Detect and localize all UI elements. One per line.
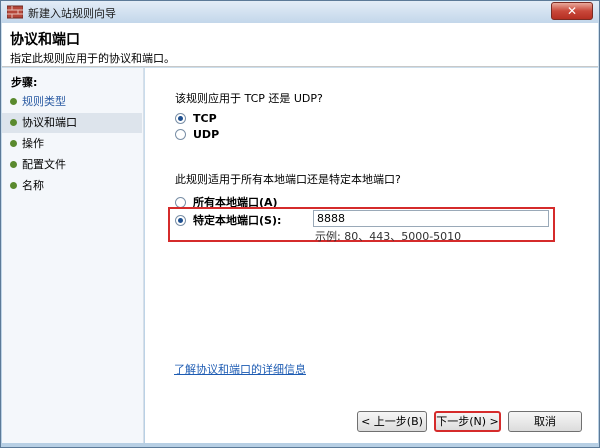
steps-title: 步骤: [11, 76, 38, 89]
step-label: 名称 [22, 179, 44, 192]
udp-option[interactable]: UDP [175, 128, 219, 141]
tcp-radio[interactable] [175, 113, 186, 124]
step-label: 操作 [22, 137, 44, 150]
page-header: 协议和端口 指定此规则应用于的协议和端口。 [2, 23, 598, 67]
back-button[interactable]: < 上一步(B) [357, 411, 427, 432]
page-title: 协议和端口 [10, 32, 80, 48]
window-title: 新建入站规则向导 [28, 7, 116, 20]
step-label: 协议和端口 [22, 116, 77, 129]
wizard-window: 新建入站规则向导 ✕ 协议和端口 指定此规则应用于的协议和端口。 步骤: 规则类… [0, 0, 600, 448]
tcp-option[interactable]: TCP [175, 112, 217, 125]
close-button[interactable]: ✕ [551, 2, 593, 20]
all-ports-radio[interactable] [175, 196, 186, 208]
port-input[interactable]: 8888 [313, 210, 549, 227]
ports-question: 此规则适用于所有本地端口还是特定本地端口? [175, 173, 401, 186]
step-bullet-icon [10, 119, 17, 126]
udp-label: UDP [193, 128, 220, 141]
step-bullet-icon [10, 182, 17, 189]
step-label: 规则类型 [22, 95, 66, 108]
firewall-icon [6, 5, 24, 19]
content-panel: 该规则应用于 TCP 还是 UDP? TCP UDP 此规则适用于所有本地端口还… [145, 68, 598, 443]
close-icon: ✕ [566, 4, 578, 18]
step-bullet-icon [10, 98, 17, 105]
step-profile[interactable]: 配置文件 [2, 155, 142, 175]
step-bullet-icon [10, 161, 17, 168]
specific-ports-option[interactable]: 特定本地端口(S): [175, 212, 281, 228]
title-bar: 新建入站规则向导 ✕ [1, 1, 599, 23]
learn-more-link[interactable]: 了解协议和端口的详细信息 [174, 361, 306, 377]
step-bullet-icon [10, 140, 17, 147]
port-example: 示例: 80、443、5000-5010 [315, 230, 462, 243]
step-label: 配置文件 [22, 158, 66, 171]
step-protocol-ports[interactable]: 协议和端口 [2, 113, 142, 133]
specific-ports-label: 特定本地端口(S): [193, 214, 282, 227]
protocol-question: 该规则应用于 TCP 还是 UDP? [175, 92, 323, 105]
tcp-label: TCP [193, 112, 217, 125]
next-button[interactable]: 下一步(N) > [434, 411, 501, 432]
cancel-button[interactable]: 取消 [508, 411, 582, 432]
step-rule-type[interactable]: 规则类型 [2, 92, 142, 112]
steps-panel: 步骤: 规则类型 协议和端口 操作 配置文件 名称 [2, 68, 144, 443]
page-subtitle: 指定此规则应用于的协议和端口。 [10, 52, 175, 65]
step-name[interactable]: 名称 [2, 176, 142, 196]
step-action[interactable]: 操作 [2, 134, 142, 154]
udp-radio[interactable] [175, 129, 186, 140]
specific-ports-radio[interactable] [175, 214, 186, 226]
